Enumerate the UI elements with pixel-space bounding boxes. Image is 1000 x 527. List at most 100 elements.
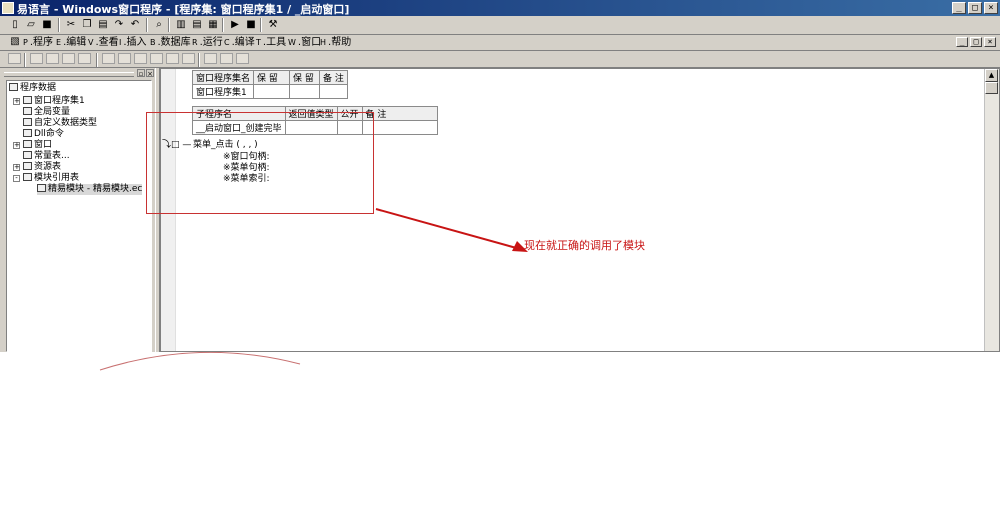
table-cell[interactable]: 窗口程序集1 xyxy=(191,84,255,99)
panel-grip[interactable] xyxy=(4,72,134,77)
align-grid-icon[interactable] xyxy=(8,53,21,64)
tree-label: 程序数据 xyxy=(20,83,57,93)
vertical-scrollbar[interactable]: ▲ xyxy=(984,69,999,351)
project-tree[interactable]: 程序数据 + 窗口程序集1 全局变量 自定义数据类型 Dll命令 + 窗口 常量… xyxy=(6,80,152,352)
layout-left-icon[interactable]: ▥ xyxy=(174,18,188,31)
menu-hotkey: B xyxy=(150,38,156,47)
tree-item-jingyi-module[interactable]: 精易模块 - 精易模块.ec xyxy=(37,184,143,195)
panel-close-icon[interactable]: × xyxy=(146,69,154,78)
menu-label: .工具 xyxy=(262,37,287,48)
panel-pin-icon[interactable]: ▫ xyxy=(137,69,145,78)
tree-label: 模块引用表 xyxy=(34,173,80,183)
undo-icon[interactable]: ↶ xyxy=(128,18,142,31)
scroll-up-arrow-icon[interactable]: ▲ xyxy=(985,69,998,82)
menu-view[interactable]: V .查看 xyxy=(88,36,119,49)
tree-item-resources[interactable]: 资源表 xyxy=(23,162,61,173)
cut-icon[interactable]: ✂ xyxy=(64,18,78,31)
table-cell[interactable] xyxy=(289,84,321,99)
highlight-box xyxy=(146,112,374,214)
align-left-icon[interactable] xyxy=(30,53,43,64)
align-right-icon[interactable] xyxy=(62,53,75,64)
new-file-icon[interactable]: ▯ xyxy=(8,18,22,31)
menu-label: .运行 xyxy=(199,37,223,48)
menu-database[interactable]: B .数据库 xyxy=(150,36,191,49)
tree-expander[interactable]: + xyxy=(13,164,20,171)
app-icon xyxy=(2,2,14,14)
tree-root[interactable]: 程序数据 xyxy=(9,83,56,94)
space-vertical-icon[interactable] xyxy=(166,53,179,64)
tools-icon[interactable]: ⚒ xyxy=(266,18,280,31)
close-button[interactable]: × xyxy=(984,2,998,14)
modules-icon xyxy=(23,173,32,181)
tree-expander[interactable]: + xyxy=(13,98,20,105)
maximize-button[interactable]: □ xyxy=(968,2,982,14)
menu-run[interactable]: R .运行 xyxy=(192,36,223,49)
same-size-icon[interactable] xyxy=(134,53,147,64)
main-toolbar: ▯ ▱ ■ ✂ ❐ ▤ ↷ ↶ ⌕ ▥ ▤ ▦ ▶ ■ ⚒ xyxy=(0,16,1000,35)
table-cell[interactable] xyxy=(319,84,348,99)
mdi-restore-button[interactable]: □ xyxy=(970,37,982,47)
tree-expander[interactable]: - xyxy=(13,175,20,182)
toolbar-separator xyxy=(96,53,98,67)
menu-insert[interactable]: I .插入 xyxy=(119,36,147,49)
same-width-icon[interactable] xyxy=(102,53,115,64)
menu-help[interactable]: H .帮助 xyxy=(320,36,351,49)
run-icon[interactable]: ▶ xyxy=(228,18,242,31)
menu-label: .插入 xyxy=(123,37,147,48)
open-file-icon[interactable]: ▱ xyxy=(24,18,38,31)
menu-label: .程序 xyxy=(29,37,54,48)
toolbar-separator xyxy=(168,18,170,32)
menu-hotkey: W xyxy=(288,38,296,47)
save-icon[interactable]: ■ xyxy=(40,18,54,31)
menu-hotkey: T xyxy=(256,38,261,47)
center-vertical-icon[interactable] xyxy=(204,53,217,64)
menu-window[interactable]: W .窗口 xyxy=(288,36,321,49)
resources-icon xyxy=(23,162,32,170)
panel-header: ▫ × xyxy=(2,68,155,78)
menu-hotkey: C xyxy=(224,38,230,47)
tree-label: 自定义数据类型 xyxy=(34,118,98,128)
partial-circle-annotation xyxy=(99,352,301,371)
tree-item-constants[interactable]: 常量表... xyxy=(23,151,70,162)
toolbar-separator xyxy=(222,18,224,32)
minimize-button[interactable]: _ xyxy=(952,2,966,14)
align-top-icon[interactable] xyxy=(78,53,91,64)
stop-icon[interactable]: ■ xyxy=(244,18,258,31)
mdi-close-button[interactable]: × xyxy=(984,37,996,47)
menu-hotkey: E xyxy=(56,38,62,47)
menu-edit[interactable]: E .编辑 xyxy=(56,36,86,49)
toolbar-separator xyxy=(58,18,60,32)
menu-program[interactable]: P .程序 xyxy=(23,36,53,49)
datatype-icon xyxy=(23,118,32,126)
tree-item-dll[interactable]: Dll命令 xyxy=(23,129,64,140)
menu-hotkey: P xyxy=(23,38,28,47)
tree-item-assembly[interactable]: 窗口程序集1 xyxy=(23,96,85,107)
paste-icon[interactable]: ▤ xyxy=(96,18,110,31)
table-row[interactable]: 窗口程序集1 xyxy=(191,84,348,99)
same-height-icon[interactable] xyxy=(118,53,131,64)
program-data-icon xyxy=(9,83,18,91)
layout-bottom-icon[interactable]: ▤ xyxy=(190,18,204,31)
center-horizontal-icon[interactable] xyxy=(182,53,195,64)
copy-icon[interactable]: ❐ xyxy=(80,18,94,31)
tree-expander[interactable]: + xyxy=(13,142,20,149)
title-bar: 易语言 - Windows窗口程序 - [程序集: 窗口程序集1 / _启动窗口… xyxy=(0,0,1000,16)
space-horizontal-icon[interactable] xyxy=(150,53,163,64)
bring-front-icon[interactable] xyxy=(220,53,233,64)
find-icon[interactable]: ⌕ xyxy=(152,18,166,31)
tree-item-globals[interactable]: 全局变量 xyxy=(23,107,70,118)
menu-tools[interactable]: T .工具 xyxy=(256,36,286,49)
window-title: 易语言 - Windows窗口程序 - [程序集: 窗口程序集1 / _启动窗口… xyxy=(17,3,350,16)
send-back-icon[interactable] xyxy=(236,53,249,64)
layout-panel-icon[interactable]: ▦ xyxy=(206,18,220,31)
tree-item-modules[interactable]: 模块引用表 xyxy=(23,173,79,184)
tree-item-window[interactable]: 窗口 xyxy=(23,140,52,151)
table-cell[interactable] xyxy=(253,84,291,99)
scroll-thumb[interactable] xyxy=(985,82,998,94)
align-center-icon[interactable] xyxy=(46,53,59,64)
mdi-minimize-button[interactable]: _ xyxy=(956,37,968,47)
dll-icon xyxy=(23,129,32,137)
menu-compile[interactable]: C .编译 xyxy=(224,36,255,49)
redo-icon[interactable]: ↷ xyxy=(112,18,126,31)
tree-item-datatypes[interactable]: 自定义数据类型 xyxy=(23,118,97,129)
